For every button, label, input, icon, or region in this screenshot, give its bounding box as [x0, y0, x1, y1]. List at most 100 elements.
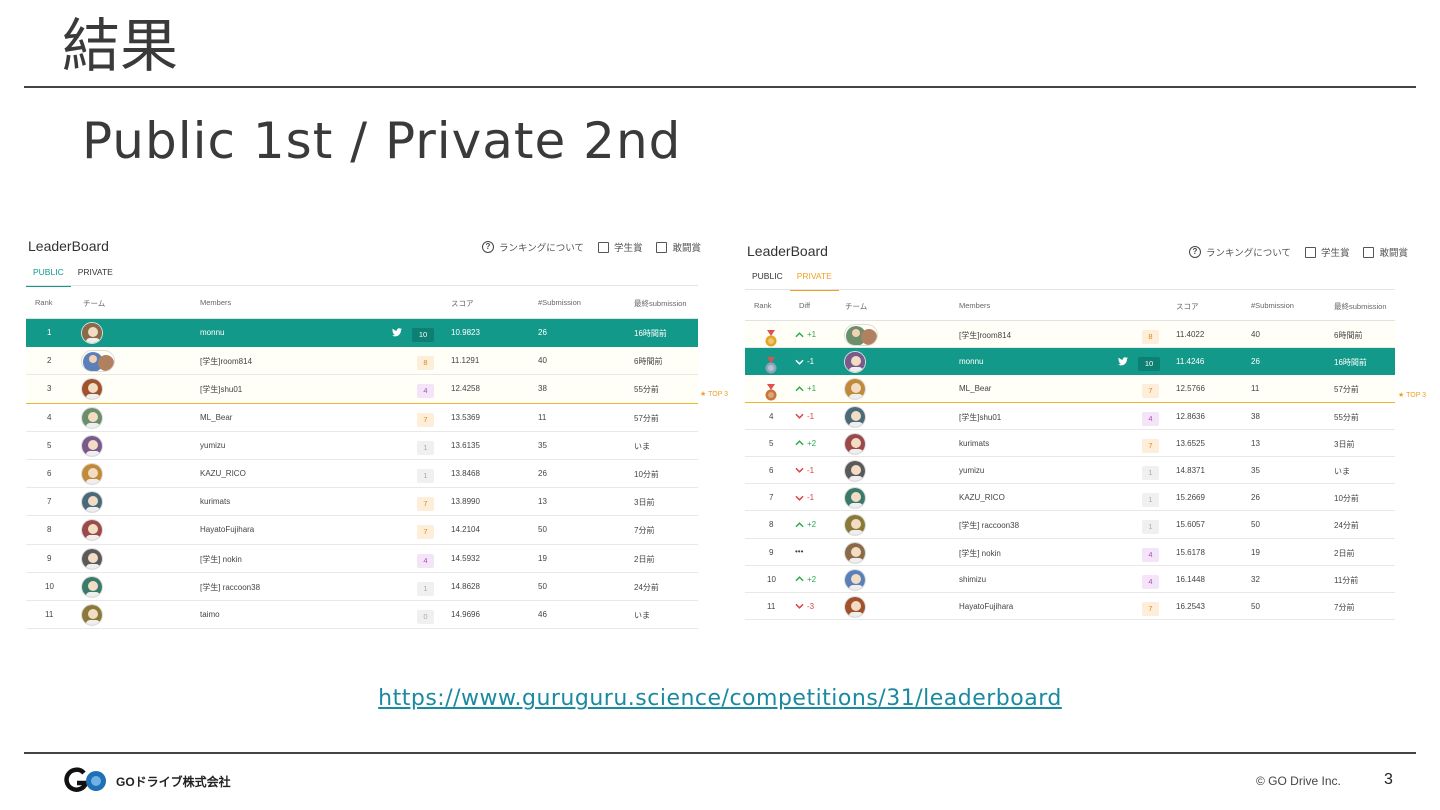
checkbox-icon[interactable]: [1363, 246, 1375, 258]
tab-public[interactable]: PUBLIC: [745, 271, 790, 291]
table-row[interactable]: 8 HayatoFujihara 7 14.2104 50 7分前: [26, 516, 698, 545]
table-row[interactable]: 10 +2 shimizu 4 16.1448 32 11分前: [745, 565, 1395, 593]
col-last-submission: 最終submission: [634, 299, 687, 308]
leaderboard-link[interactable]: https://www.guruguru.science/competition…: [0, 686, 1440, 711]
team-avatar[interactable]: [81, 378, 103, 401]
table-row[interactable]: 10 [学生] raccoon38 1 14.8628 50 24分前: [26, 572, 698, 601]
team-avatar[interactable]: [844, 595, 866, 618]
member-name[interactable]: kurimats: [959, 439, 989, 448]
col-submissions: #Submission: [538, 298, 581, 307]
top3-marker: ★ TOP 3: [700, 391, 729, 398]
member-name[interactable]: [学生] raccoon38: [200, 582, 260, 593]
score-cell: 15.2669: [1176, 493, 1205, 503]
team-avatar[interactable]: [844, 459, 866, 482]
table-row[interactable]: 7 -1 KAZU_RICO 1 15.2669 26 10分前: [745, 484, 1395, 512]
fight-award-filter[interactable]: 敢闘賞: [656, 240, 701, 254]
table-row[interactable]: 7 kurimats 7 13.8990 13 3日前: [26, 488, 698, 517]
team-avatar[interactable]: [81, 547, 103, 570]
member-name[interactable]: [学生] nokin: [200, 554, 242, 565]
table-row[interactable]: 1 monnu 10 10.9823 26 16時間前: [26, 319, 698, 348]
member-name[interactable]: monnu: [200, 328, 224, 337]
score-cell: 14.8628: [451, 581, 480, 591]
member-name[interactable]: [学生] raccoon38: [959, 520, 1019, 531]
tab-private[interactable]: PRIVATE: [71, 267, 120, 287]
member-count-badge: 4: [417, 384, 434, 399]
student-award-filter[interactable]: 学生賞: [597, 240, 642, 254]
member-name[interactable]: taimo: [200, 610, 220, 619]
table-row[interactable]: 4 -1 [学生]shu01 4 12.8636 38 55分前: [745, 402, 1395, 430]
team-avatar[interactable]: [844, 487, 866, 510]
table-row[interactable]: 2 [学生]room814 8 11.1291 40 6時間前: [26, 347, 698, 376]
col-rank: Rank: [754, 301, 772, 310]
student-award-filter[interactable]: 学生賞: [1304, 245, 1349, 259]
table-row[interactable]: 8 +2 [学生] raccoon38 1 15.6057 50 24分前: [745, 511, 1395, 539]
score-cell: 11.1291: [451, 356, 480, 366]
member-name[interactable]: [学生]shu01: [200, 384, 242, 395]
question-icon: ?: [1189, 246, 1201, 258]
member-name[interactable]: HayatoFujihara: [200, 525, 254, 534]
member-name[interactable]: KAZU_RICO: [200, 469, 246, 478]
tab-private[interactable]: PRIVATE: [789, 271, 839, 291]
diff-value: +1: [807, 330, 817, 339]
member-count-badge: 4: [1142, 547, 1159, 562]
question-icon: ?: [482, 241, 494, 253]
team-avatar[interactable]: [81, 434, 103, 457]
table-row[interactable]: +1 [学生]room814 8 11.4022 40 6時間前: [745, 321, 1395, 349]
ranking-info-link[interactable]: ? ランキングについて: [482, 240, 584, 254]
member-name[interactable]: [学生]room814: [200, 356, 252, 367]
team-avatar[interactable]: [81, 603, 103, 626]
team-avatar[interactable]: [844, 324, 878, 346]
team-avatar[interactable]: [81, 519, 103, 542]
team-avatar[interactable]: [844, 432, 866, 455]
bronze-medal-icon: [765, 384, 777, 402]
member-name[interactable]: yumizu: [200, 441, 225, 450]
table-row[interactable]: 6 -1 yumizu 1 14.8371 35 いま: [745, 456, 1395, 485]
table-row[interactable]: 11 taimo 0 14.9696 46 いま: [26, 600, 698, 630]
table-row[interactable]: 5 yumizu 1 13.6135 35 いま: [26, 431, 698, 460]
checkbox-icon[interactable]: [597, 241, 609, 253]
member-name[interactable]: [学生] nokin: [959, 548, 1001, 559]
table-row[interactable]: 5 +2 kurimats 7 13.6525 13 3日前: [745, 429, 1395, 457]
table-row[interactable]: 6 KAZU_RICO 1 13.8468 26 10分前: [26, 459, 698, 489]
member-name[interactable]: kurimats: [200, 497, 230, 506]
team-avatar[interactable]: [81, 350, 115, 373]
team-avatar[interactable]: [81, 406, 103, 429]
diff-value: +2: [807, 520, 817, 530]
submission-count: 50: [538, 581, 547, 591]
fight-award-filter[interactable]: 敢闘賞: [1363, 245, 1408, 259]
table-row[interactable]: 9 [学生] nokin 4 14.5932 19 2日前: [26, 544, 698, 573]
member-name[interactable]: HayatoFujihara: [959, 602, 1013, 611]
table-row[interactable]: -1 monnu 10 11.4246 26 16時間前: [745, 348, 1395, 376]
member-name[interactable]: ML_Bear: [200, 413, 232, 422]
team-avatar[interactable]: [81, 462, 103, 485]
team-avatar[interactable]: [81, 575, 103, 598]
member-name[interactable]: yumizu: [959, 466, 984, 475]
member-name[interactable]: KAZU_RICO: [959, 493, 1005, 502]
team-avatar[interactable]: [844, 514, 866, 537]
table-row[interactable]: 3 [学生]shu01 4 12.4258 38 55分前: [26, 375, 698, 404]
ranking-info-link[interactable]: ? ランキングについて: [1189, 245, 1291, 259]
checkbox-icon[interactable]: [1304, 246, 1316, 258]
team-avatar[interactable]: [81, 491, 103, 514]
member-name[interactable]: shimizu: [959, 575, 986, 584]
member-count-badge: 0: [417, 609, 434, 624]
team-avatar[interactable]: [844, 541, 866, 564]
team-avatar[interactable]: [844, 568, 866, 591]
rank-diff: +1: [795, 384, 816, 393]
table-row[interactable]: 4 ML_Bear 7 13.5369 11 57分前: [26, 403, 698, 432]
team-avatar[interactable]: [81, 322, 103, 344]
table-row[interactable]: 9 ••• [学生] nokin 4 15.6178 19 2日前: [745, 538, 1395, 566]
member-name[interactable]: [学生]shu01: [959, 412, 1001, 423]
twitter-icon[interactable]: [392, 328, 402, 337]
tab-public[interactable]: PUBLIC: [26, 267, 71, 287]
team-avatar[interactable]: [844, 351, 866, 374]
table-row[interactable]: +1 ML_Bear 7 12.5766 11 57分前: [745, 375, 1395, 403]
table-row[interactable]: 11 -3 HayatoFujihara 7 16.2543 50 7分前: [745, 592, 1395, 621]
member-name[interactable]: ML_Bear: [959, 384, 991, 393]
twitter-icon[interactable]: [1118, 357, 1128, 366]
team-avatar[interactable]: [844, 405, 866, 428]
checkbox-icon[interactable]: [656, 241, 668, 253]
team-avatar[interactable]: [844, 378, 866, 401]
member-name[interactable]: [学生]room814: [959, 330, 1011, 341]
member-name[interactable]: monnu: [959, 357, 983, 366]
